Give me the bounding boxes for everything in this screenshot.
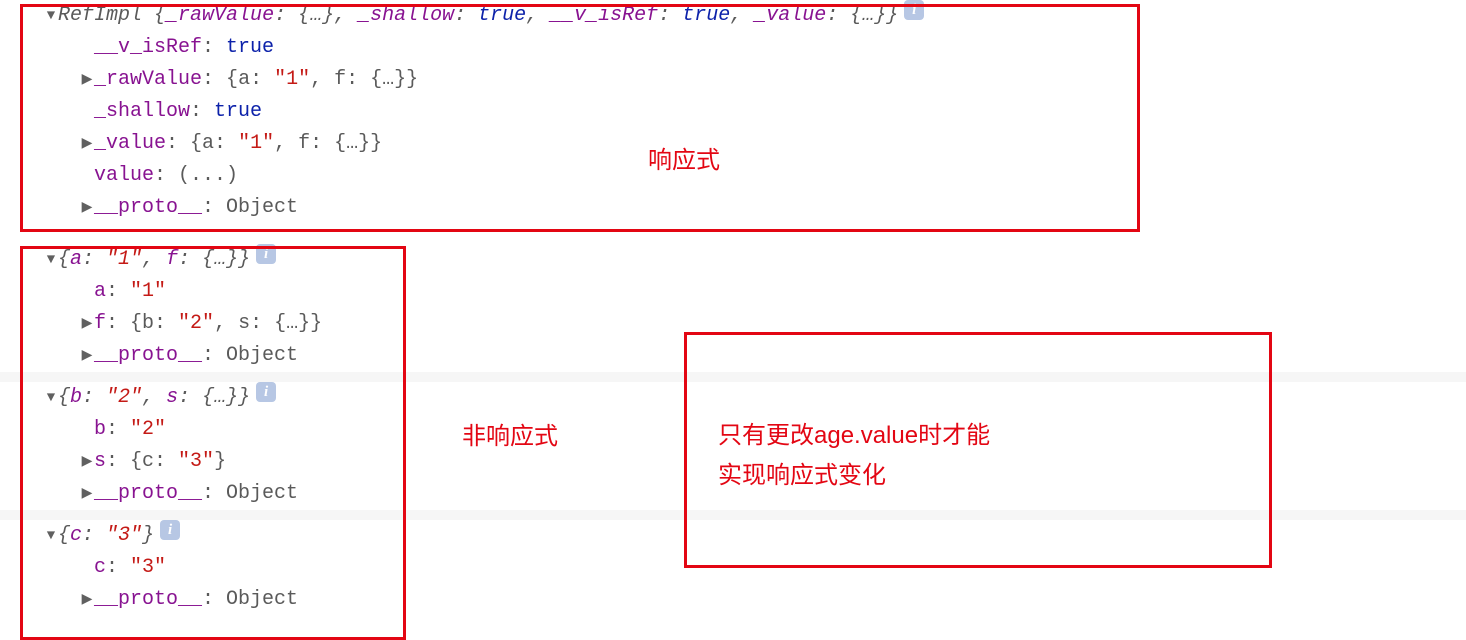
object-preview: RefImpl {_rawValue: {…}, _shallow: true,… [58, 0, 898, 32]
devtools-console: RefImpl {_rawValue: {…}, _shallow: true,… [0, 0, 1466, 636]
disclosure-triangle-icon[interactable] [80, 446, 94, 478]
prop-proto[interactable]: __proto__: Object [0, 340, 1466, 372]
prop-rawvalue[interactable]: _rawValue: {a: "1", f: {…}} [0, 64, 1466, 96]
prop-key: __v_isRef [94, 32, 202, 64]
prop-key: b [94, 414, 106, 446]
prop-value: Object [226, 340, 298, 372]
prop-key: s [94, 446, 106, 478]
prop-key: __proto__ [94, 340, 202, 372]
prop-key: __proto__ [94, 478, 202, 510]
disclosure-triangle-icon[interactable] [80, 64, 94, 96]
object-header-obj-c[interactable]: {c: "3"} i [0, 520, 1466, 552]
object-preview: {a: "1", f: {…}} [58, 244, 250, 276]
object-header-obj-b[interactable]: {b: "2", s: {…}} i [0, 382, 1466, 414]
prop-v-isref[interactable]: __v_isRef: true [0, 32, 1466, 64]
info-icon[interactable]: i [904, 0, 924, 20]
disclosure-triangle-icon[interactable] [44, 382, 58, 414]
prop-key: _rawValue [94, 64, 202, 96]
prop-key: a [94, 276, 106, 308]
disclosure-triangle-icon[interactable] [80, 478, 94, 510]
prop-f[interactable]: f: {b: "2", s: {…}} [0, 308, 1466, 340]
prop-value: "1" [130, 276, 166, 308]
object-preview: {c: "3"} [58, 520, 154, 552]
disclosure-triangle-icon[interactable] [80, 192, 94, 224]
disclosure-triangle-icon[interactable] [80, 308, 94, 340]
info-icon[interactable]: i [160, 520, 180, 540]
prop-key: __proto__ [94, 192, 202, 224]
prop-key: _value [94, 128, 166, 160]
prop-s[interactable]: s: {c: "3"} [0, 446, 1466, 478]
prop-value: Object [226, 478, 298, 510]
prop-shallow[interactable]: _shallow: true [0, 96, 1466, 128]
prop-key: _shallow [94, 96, 190, 128]
prop-value: Object [226, 584, 298, 616]
info-icon[interactable]: i [256, 382, 276, 402]
prop-b[interactable]: b: "2" [0, 414, 1466, 446]
object-header-refimpl[interactable]: RefImpl {_rawValue: {…}, _shallow: true,… [0, 0, 1466, 32]
disclosure-triangle-icon[interactable] [44, 520, 58, 552]
disclosure-triangle-icon[interactable] [80, 340, 94, 372]
prop-c[interactable]: c: "3" [0, 552, 1466, 584]
prop-value-getter[interactable]: value: (...) [0, 160, 1466, 192]
prop-value: (...) [178, 160, 238, 192]
prop-value: true [226, 32, 274, 64]
disclosure-triangle-icon[interactable] [80, 128, 94, 160]
prop-key: value [94, 160, 154, 192]
disclosure-triangle-icon[interactable] [44, 244, 58, 276]
prop-key: c [94, 552, 106, 584]
prop-value: Object [226, 192, 298, 224]
divider [0, 224, 1466, 244]
info-icon[interactable]: i [256, 244, 276, 264]
disclosure-triangle-icon[interactable] [44, 0, 58, 32]
disclosure-triangle-icon[interactable] [80, 584, 94, 616]
prop-key: __proto__ [94, 584, 202, 616]
prop-key: f [94, 308, 106, 340]
object-header-obj-a[interactable]: {a: "1", f: {…}} i [0, 244, 1466, 276]
object-preview: {b: "2", s: {…}} [58, 382, 250, 414]
prop-proto[interactable]: __proto__: Object [0, 478, 1466, 510]
prop-proto[interactable]: __proto__: Object [0, 192, 1466, 224]
prop-value: true [214, 96, 262, 128]
divider [0, 372, 1466, 382]
prop-value: "3" [130, 552, 166, 584]
prop-a[interactable]: a: "1" [0, 276, 1466, 308]
prop-proto[interactable]: __proto__: Object [0, 584, 1466, 616]
prop-value: "2" [130, 414, 166, 446]
prop-value-internal[interactable]: _value: {a: "1", f: {…}} [0, 128, 1466, 160]
divider [0, 510, 1466, 520]
